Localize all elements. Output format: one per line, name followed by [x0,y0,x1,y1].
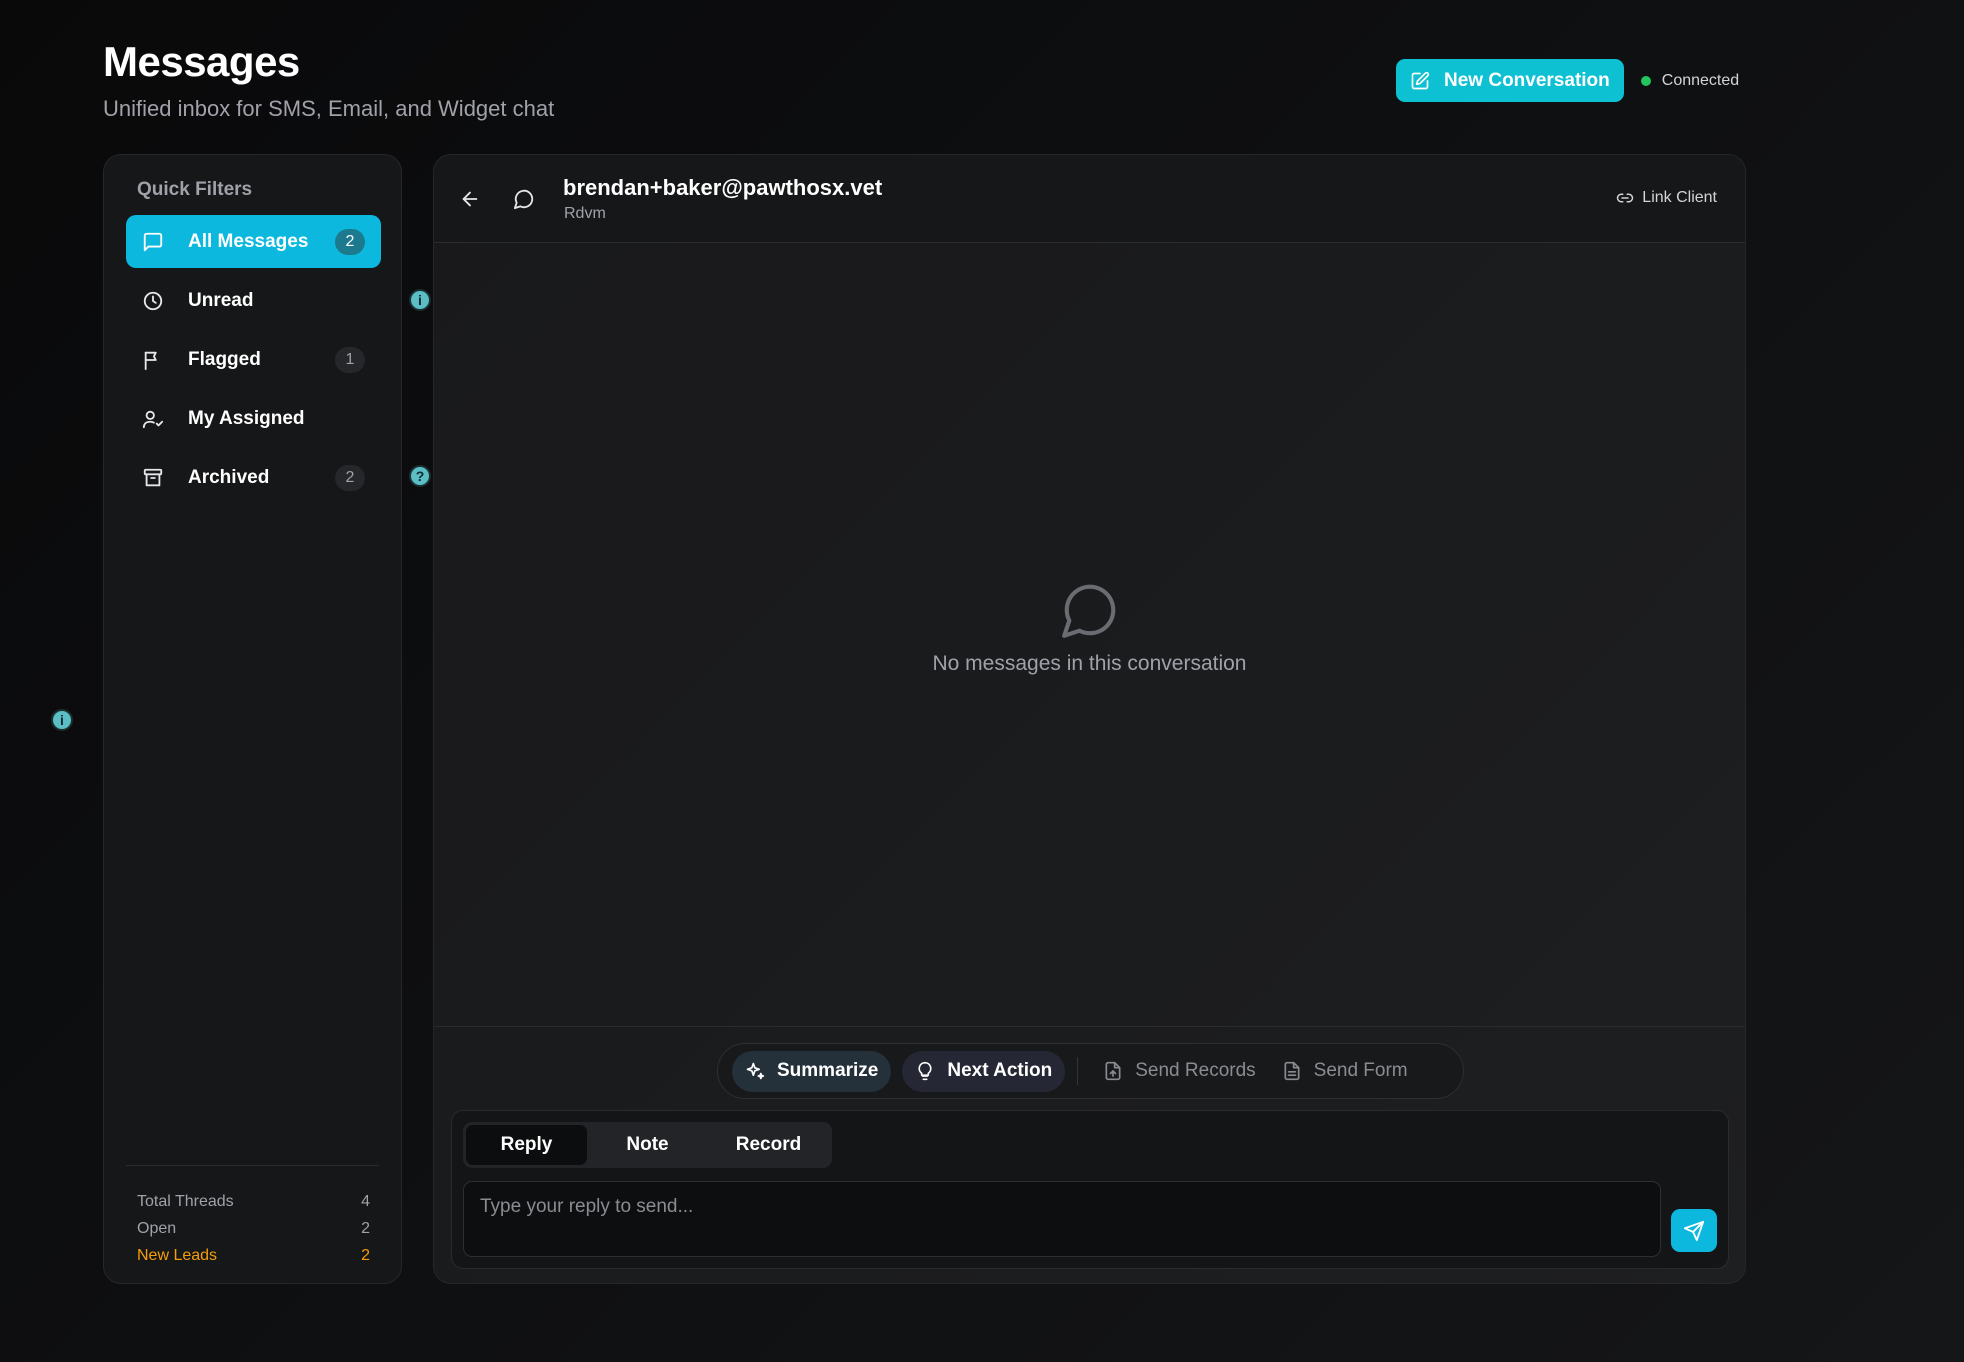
link-client-label: Link Client [1642,189,1717,206]
filter-archived[interactable]: Archived 2 [126,451,381,504]
filter-label: Flagged [188,348,261,370]
filter-label: Archived [188,466,270,488]
user-check-icon [142,408,164,430]
send-form-label: Send Form [1313,1060,1408,1081]
tab-record[interactable]: Record [708,1125,829,1165]
sidebar-divider [126,1165,379,1166]
stat-total-threads: Total Threads 4 [137,1188,370,1215]
reply-input[interactable] [463,1181,1661,1257]
quick-action-bar: Summarize Next Action Send Records Send … [717,1043,1464,1099]
stat-value: 2 [361,1246,370,1264]
empty-state: No messages in this conversation [434,579,1745,676]
link-client-button[interactable]: Link Client [1616,189,1717,207]
flag-icon [142,349,164,371]
thread-stats: Total Threads 4 Open 2 New Leads 2 [137,1188,370,1269]
composer-divider [434,1026,1745,1027]
summarize-button[interactable]: Summarize [732,1050,892,1092]
file-text-icon [1284,1061,1300,1081]
filter-unread[interactable]: Unread [126,274,381,327]
status-label: Connected [1661,71,1740,89]
send-records-label: Send Records [1135,1060,1256,1081]
chat-channel-icon [513,189,534,210]
stat-label: Open [137,1219,177,1237]
summarize-label: Summarize [777,1060,879,1081]
link-icon [1617,193,1634,203]
file-upload-icon [1105,1061,1121,1081]
filter-label: All Messages [188,230,309,252]
contact-email: brendan+baker@pawthosx.vet [563,175,883,200]
composer-mode-tabs: Reply Note Record [463,1122,832,1168]
stat-value: 2 [361,1219,370,1237]
contact-type: Rdvm [564,205,606,222]
send-icon [1683,1220,1705,1241]
send-form-button[interactable]: Send Form [1269,1051,1421,1092]
info-hint-icon[interactable]: i [409,289,431,311]
arrow-left-icon[interactable] [459,188,481,210]
stat-label: New Leads [137,1246,218,1264]
info-hint-icon[interactable]: i [51,709,73,731]
new-conversation-button[interactable]: New Conversation [1396,59,1624,102]
tab-reply[interactable]: Reply [466,1125,587,1165]
send-records-button[interactable]: Send Records [1090,1051,1268,1092]
stat-open: Open 2 [137,1215,370,1242]
conversation-header: brendan+baker@pawthosx.vet Rdvm Link Cli… [434,155,1745,243]
sparkles-icon [746,1062,765,1080]
page-header: Messages Unified inbox for SMS, Email, a… [103,38,554,122]
status-dot-icon [1640,75,1651,86]
stat-value: 4 [361,1192,370,1210]
reply-composer: Reply Note Record [451,1110,1729,1269]
header-actions: New Conversation Connected [1396,59,1739,102]
filter-label: My Assigned [188,407,305,429]
page-title: Messages [103,38,300,85]
conversation-panel: brendan+baker@pawthosx.vet Rdvm Link Cli… [433,154,1746,1284]
filter-all-messages[interactable]: All Messages 2 [126,215,381,268]
next-action-button[interactable]: Next Action [902,1050,1066,1092]
new-conversation-label: New Conversation [1444,69,1610,91]
stat-label: Total Threads [137,1192,234,1210]
filter-count-badge: 2 [335,228,365,255]
page-subtitle: Unified inbox for SMS, Email, and Widget… [103,96,555,121]
action-separator [1077,1057,1079,1085]
sidebar: Quick Filters All Messages 2 Unread Flag… [103,154,402,1284]
filter-flagged[interactable]: Flagged 1 [126,333,381,386]
filter-list: All Messages 2 Unread Flagged 1 My Assig… [126,215,381,510]
stat-new-leads: New Leads 2 [137,1242,370,1269]
filter-label: Unread [188,289,254,311]
archive-icon [142,467,164,489]
next-action-label: Next Action [947,1060,1053,1081]
sidebar-heading: Quick Filters [137,179,253,200]
send-button[interactable] [1671,1209,1717,1252]
chat-bubble-icon [142,231,164,253]
connection-status: Connected [1640,71,1740,90]
empty-state-text: No messages in this conversation [932,652,1247,675]
filter-my-assigned[interactable]: My Assigned [126,392,381,445]
filter-count-badge: 2 [335,464,365,491]
lightbulb-icon [918,1061,932,1081]
tab-note[interactable]: Note [587,1125,708,1165]
edit-icon [1411,71,1430,89]
clock-icon [142,290,164,312]
help-hint-icon[interactable]: ? [409,465,431,487]
chat-bubble-icon [1061,584,1115,638]
filter-count-badge: 1 [335,346,365,373]
